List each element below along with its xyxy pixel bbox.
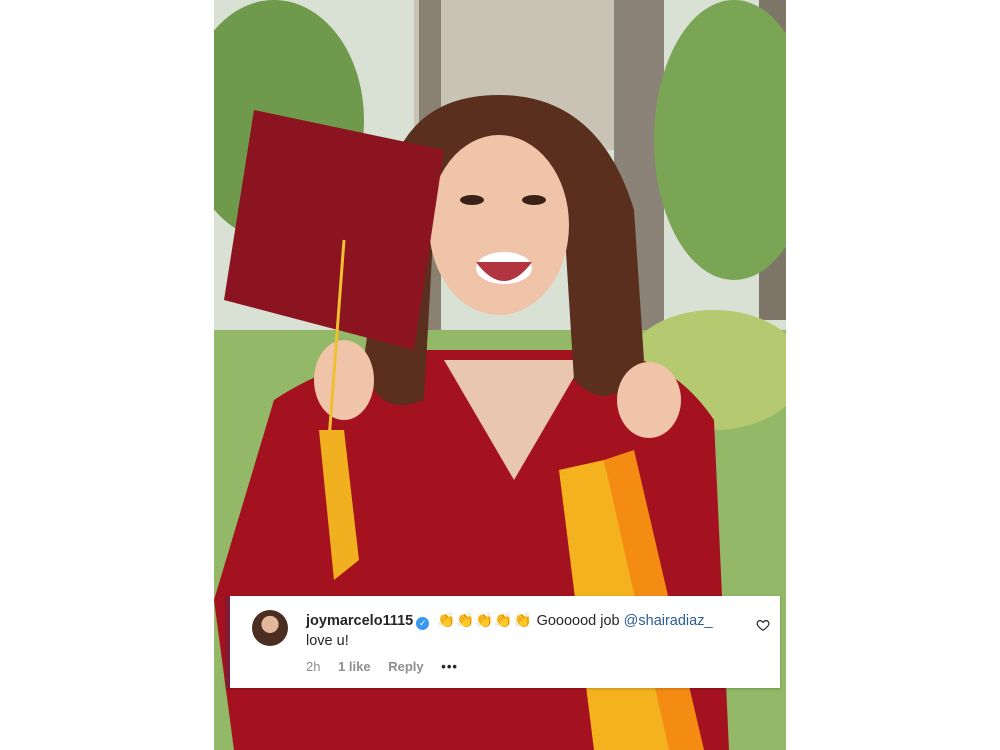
likes-count[interactable]: 1 like [338,659,371,674]
reply-button[interactable]: Reply [388,659,423,674]
avatar[interactable] [252,610,288,646]
comment-text: joymarcelo1115 ✓ 👏👏👏👏👏 Goooood job @shair… [306,611,736,651]
comment-time: 2h [306,659,321,674]
comment-meta: 2h 1 like Reply ••• [306,659,472,674]
heart-icon[interactable] [756,618,770,632]
comment-message: Goooood job [536,613,620,629]
mention-link[interactable]: @shairadiaz_ [624,613,713,629]
comment-card: joymarcelo1115 ✓ 👏👏👏👏👏 Goooood job @shair… [226,596,780,688]
more-options-icon[interactable]: ••• [441,659,458,674]
comment-message-end: love u! [306,633,349,649]
comment-username[interactable]: joymarcelo1115 [306,613,413,629]
verified-badge-icon: ✓ [416,617,430,630]
clapping-emoji-icon: 👏👏👏👏👏 [437,613,533,629]
